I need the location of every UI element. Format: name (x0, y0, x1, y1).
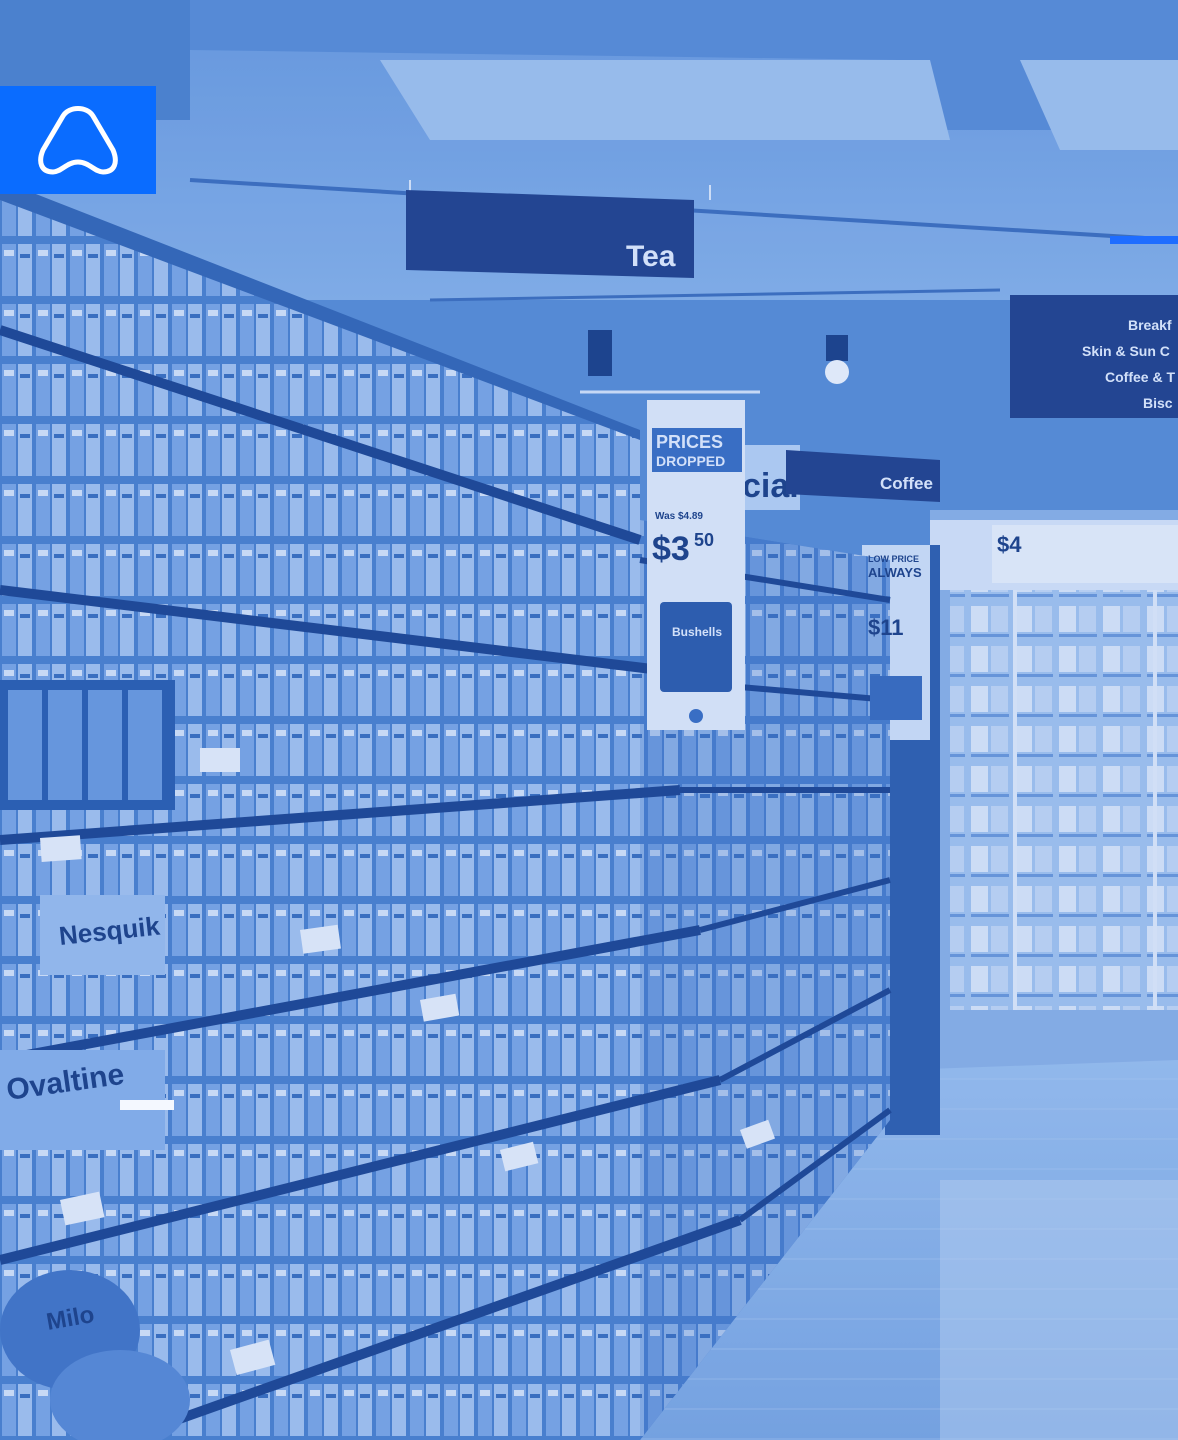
arch-logo-icon (38, 106, 118, 175)
accent-bar-bottom (120, 1100, 174, 1110)
hero-photo-panel: Nesquik Ovaltine Milo Tea Breakf Skin & … (0, 0, 1178, 1440)
brand-logo[interactable] (0, 86, 156, 194)
supermarket-aisle-photo: Nesquik Ovaltine Milo Tea Breakf Skin & … (0, 0, 1178, 1440)
accent-bar-top (1110, 236, 1178, 244)
